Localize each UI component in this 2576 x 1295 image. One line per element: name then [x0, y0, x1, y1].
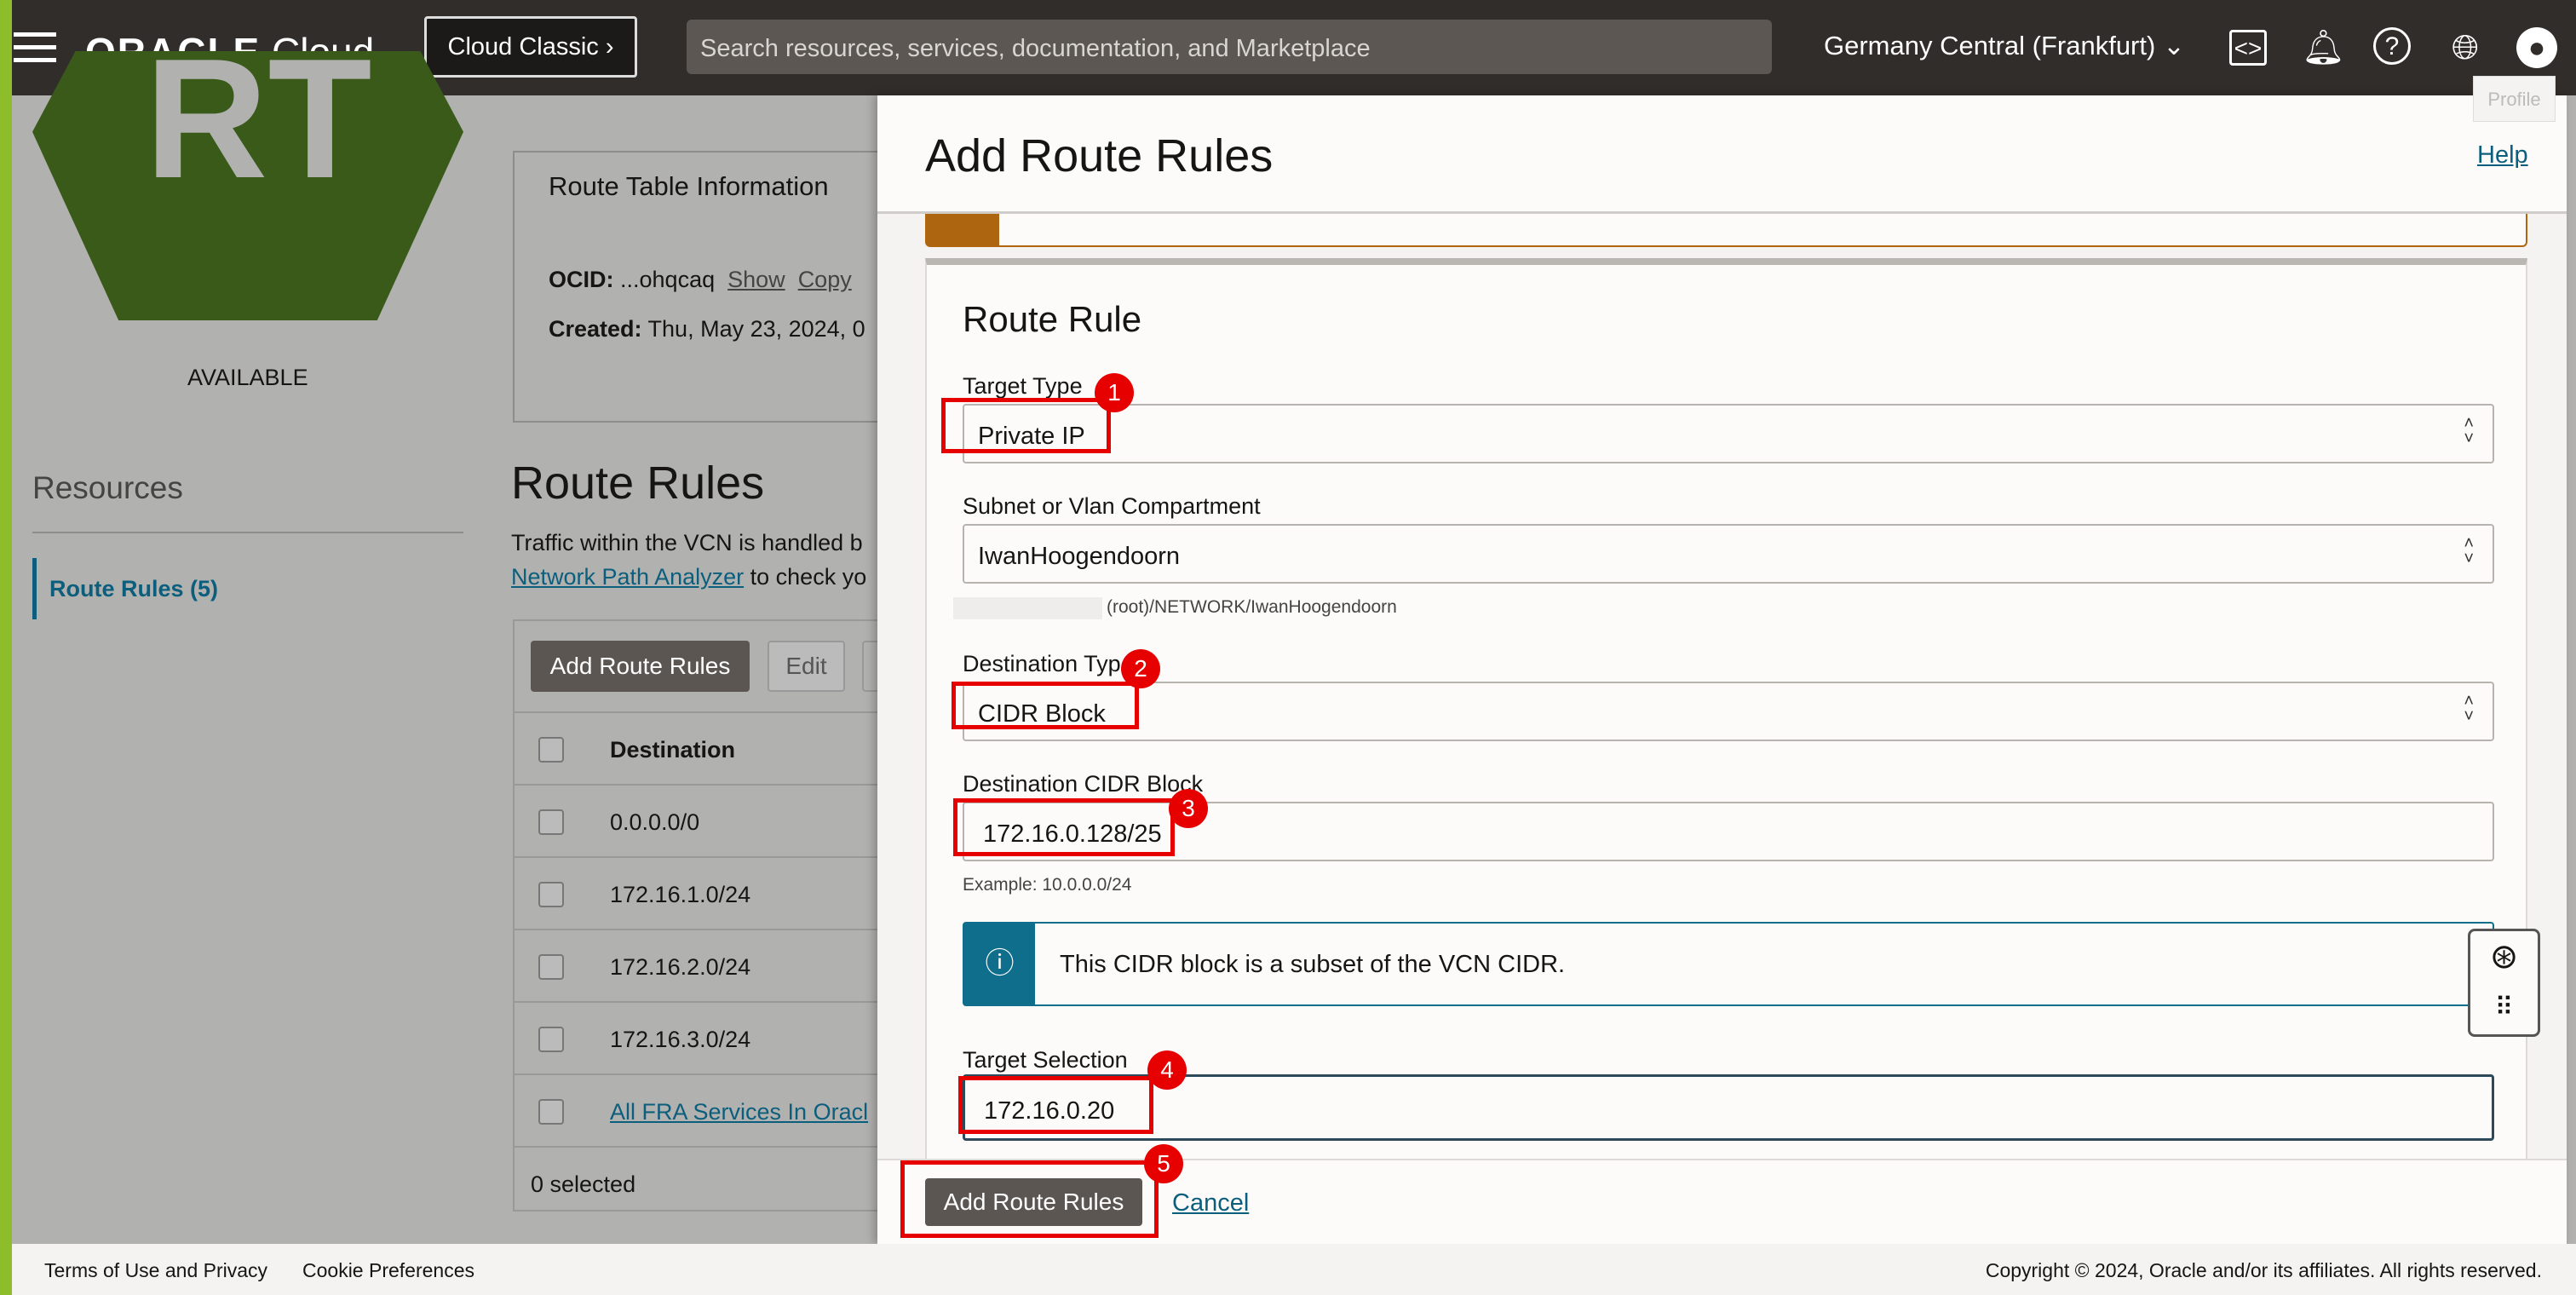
table-row: 172.16.1.0/24 — [515, 856, 886, 929]
annotation-box-3 — [953, 798, 1175, 856]
select-all-checkbox[interactable] — [538, 737, 564, 763]
info-title: Route Table Information — [549, 171, 829, 201]
add-route-rules-button[interactable]: Add Route Rules — [531, 641, 750, 692]
route-rules-table: Add Route Rules Edit Destination 0.0.0.0… — [513, 619, 888, 1212]
profile-icon[interactable]: ● — [2516, 27, 2557, 68]
help-link[interactable]: Help — [2477, 141, 2528, 170]
row-checkbox[interactable] — [538, 882, 564, 907]
info-message: ⓘ This CIDR block is a subset of the VCN… — [963, 922, 2494, 1006]
info-icon: ⓘ — [964, 924, 1035, 1004]
destination-column-header[interactable]: Destination — [610, 737, 735, 763]
cancel-link[interactable]: Cancel — [1172, 1189, 1249, 1217]
annotation-box-2 — [952, 682, 1139, 729]
cookie-preferences-link[interactable]: Cookie Preferences — [302, 1259, 474, 1282]
destination-cell: 172.16.1.0/24 — [610, 882, 751, 907]
compartment-label: Subnet or Vlan Compartment — [963, 493, 1261, 519]
target-type-label: Target Type — [963, 373, 1083, 399]
row-checkbox[interactable] — [538, 1099, 564, 1125]
annotation-badge-3: 3 — [1169, 789, 1208, 828]
panel-header: Add Route Rules Help — [877, 95, 2567, 214]
created-label: Created: — [549, 316, 642, 342]
row-checkbox[interactable] — [538, 1027, 564, 1052]
select-arrows-icon: ˄ ˅ — [2464, 414, 2474, 448]
annotation-box-4 — [958, 1076, 1153, 1134]
ocid-label: OCID: — [549, 267, 614, 292]
row-checkbox[interactable] — [538, 954, 564, 980]
cloud-classic-button[interactable]: Cloud Classic › — [424, 16, 637, 78]
annotation-box-5 — [900, 1160, 1159, 1238]
panel-title: Add Route Rules — [925, 130, 1274, 181]
redacted-tenancy — [953, 597, 1102, 619]
divider — [32, 532, 463, 533]
warning-icon — [927, 214, 999, 245]
ocid-value: ...ohqcaq — [620, 267, 716, 292]
description-tail: to check yo — [750, 564, 867, 590]
destination-type-select[interactable]: CIDR Block ˄ ˅ — [963, 682, 2494, 741]
route-table-icon-text: RT — [145, 24, 372, 214]
row-checkbox[interactable] — [538, 809, 564, 835]
info-text: This CIDR block is a subset of the VCN C… — [1060, 951, 1566, 978]
active-indicator — [32, 558, 37, 619]
network-path-analyzer-link[interactable]: Network Path Analyzer — [511, 564, 744, 590]
status-label: AVAILABLE — [187, 365, 308, 390]
select-arrows-icon: ˄ ˅ — [2464, 534, 2474, 568]
destination-link[interactable]: All FRA Services In Oracl — [610, 1099, 868, 1125]
annotation-badge-5: 5 — [1144, 1144, 1183, 1183]
selected-count: 0 selected — [531, 1171, 636, 1197]
help-widget[interactable]: ⊛ ⠿ — [2468, 929, 2540, 1037]
route-rule-card: Route Rule Target Type Private IP ˄ ˅ Subn… — [925, 258, 2527, 1167]
copyright: Copyright © 2024, Oracle and/or its affi… — [1985, 1259, 2542, 1281]
show-ocid-link[interactable]: Show — [727, 267, 785, 292]
region-label: Germany Central (Frankfurt) — [1824, 31, 2156, 60]
bell-icon[interactable]: 🔔︎ — [2302, 27, 2345, 68]
help-icon[interactable]: ? — [2373, 27, 2411, 65]
warning-banner — [925, 214, 2527, 247]
cidr-example: Example: 10.0.0.0/24 — [963, 875, 1132, 895]
apps-grid-icon: ⠿ — [2494, 993, 2514, 1022]
table-row: 0.0.0.0/0 — [515, 784, 886, 856]
created-value: Thu, May 23, 2024, 0 — [647, 316, 865, 342]
route-table-info-box: Route Table Information OCID: ...ohqcaq … — [513, 151, 939, 423]
search-input[interactable]: Search resources, services, documentatio… — [687, 20, 1772, 74]
copy-ocid-link[interactable]: Copy — [798, 267, 852, 292]
annotation-box-1 — [941, 398, 1111, 453]
table-row: All FRA Services In Oracl — [515, 1073, 886, 1146]
annotation-badge-2: 2 — [1121, 649, 1160, 688]
target-selection-label: Target Selection — [963, 1047, 1128, 1073]
select-arrows-icon: ˄ ˅ — [2464, 692, 2474, 726]
annotation-badge-1: 1 — [1095, 373, 1134, 412]
hamburger-menu-icon[interactable] — [14, 32, 56, 71]
window-edge — [0, 0, 12, 1295]
destination-type-label: Destination Type — [963, 651, 1134, 676]
page-footer: Terms of Use and Privacy Cookie Preferen… — [0, 1244, 2576, 1295]
table-header: Destination — [515, 711, 886, 784]
compartment-value: IwanHoogendoorn — [978, 543, 1181, 570]
cidr-label: Destination CIDR Block — [963, 771, 1204, 797]
target-selection-input[interactable]: 172.16.0.20 — [963, 1074, 2494, 1141]
table-row: 172.16.2.0/24 — [515, 929, 886, 1001]
sidebar-item-route-rules[interactable]: Route Rules (5) — [49, 576, 218, 602]
lifebuoy-icon: ⊛ — [2489, 938, 2519, 976]
globe-icon[interactable]: 🌐︎ — [2445, 27, 2486, 68]
destination-cell: 0.0.0.0/0 — [610, 809, 700, 835]
chevron-down-icon: ⌄ — [2162, 31, 2185, 60]
destination-cell: 172.16.3.0/24 — [610, 1027, 751, 1052]
card-title: Route Rule — [963, 299, 1142, 339]
resources-heading: Resources — [32, 470, 183, 505]
destination-cell: 172.16.2.0/24 — [610, 954, 751, 980]
annotation-badge-4: 4 — [1147, 1050, 1187, 1090]
page-title: Route Rules — [511, 458, 765, 509]
table-row: 172.16.3.0/24 — [515, 1001, 886, 1073]
table-footer: 0 selected — [515, 1146, 886, 1210]
region-selector[interactable]: Germany Central (Frankfurt) ⌄ — [1824, 31, 2185, 61]
edit-button[interactable]: Edit — [768, 641, 845, 692]
profile-tooltip: Profile — [2473, 76, 2556, 122]
compartment-select[interactable]: IwanHoogendoorn ˄ ˅ — [963, 524, 2494, 584]
description: Traffic within the VCN is handled b — [511, 530, 863, 555]
compartment-path: (root)/NETWORK/IwanHoogendoorn — [1107, 597, 1397, 617]
terms-link[interactable]: Terms of Use and Privacy — [44, 1259, 267, 1282]
target-type-select[interactable]: Private IP ˄ ˅ — [963, 404, 2494, 463]
code-editor-icon[interactable]: <> — [2229, 30, 2267, 66]
